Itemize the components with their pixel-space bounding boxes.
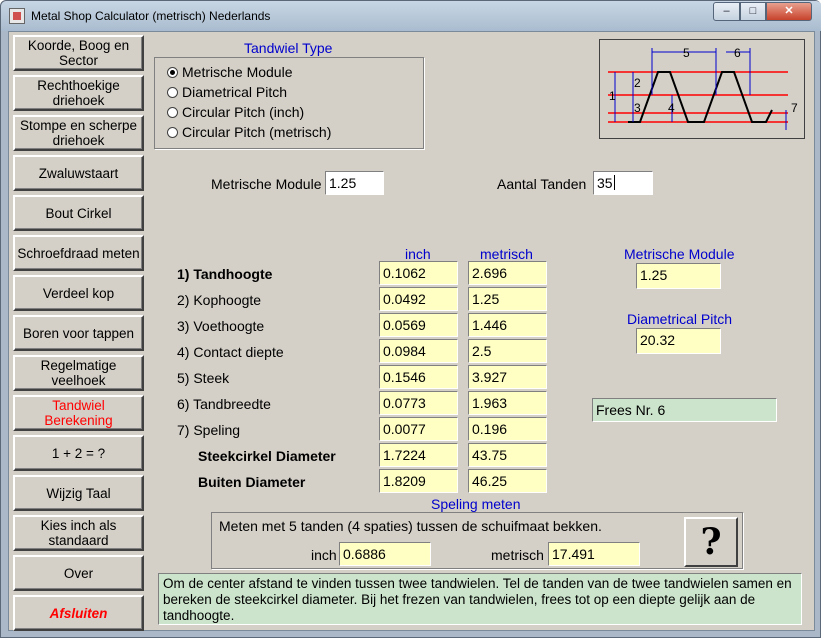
radio-label: Circular Pitch (metrisch) <box>182 124 332 140</box>
result-metric-addendum: 1.25 <box>468 287 547 311</box>
side-dp-title: Diametrical Pitch <box>627 311 733 327</box>
nav-about-button[interactable]: Over <box>13 555 144 591</box>
side-dp-value: 20.32 <box>636 328 721 354</box>
result-metric-dedendum: 1.446 <box>468 313 547 337</box>
row-label-dedendum: 3) Voethoogte <box>177 318 265 334</box>
col-header-inch: inch <box>405 246 431 262</box>
nav-thread-measure-button[interactable]: Schroefdraad meten <box>13 235 144 271</box>
result-metric-clearance: 0.196 <box>468 417 547 441</box>
close-button[interactable]: ✕ <box>766 2 812 21</box>
row-label-pitch-diameter: Steekcirkel Diameter <box>198 448 336 464</box>
result-metric-tooth-width: 1.963 <box>468 391 547 415</box>
nav-calculator-button[interactable]: 1 + 2 = ? <box>13 435 144 471</box>
result-inch-tooth-width: 0.0773 <box>379 391 458 415</box>
nav-inch-default-button[interactable]: Kies inch als standaard <box>13 515 144 551</box>
row-label-tooth-height: 1) Tandhoogte <box>177 266 273 282</box>
diagram-label-7: 7 <box>791 101 798 115</box>
nav-chord-arc-sector-button[interactable]: Koorde, Boog en Sector <box>13 35 144 71</box>
nav-dovetail-button[interactable]: Zwaluwstaart <box>13 155 144 191</box>
nav-gear-calc-button[interactable]: Tandwiel Berekening <box>13 395 144 431</box>
app-window: Metal Shop Calculator (metrisch) Nederla… <box>0 0 821 638</box>
speling-description: Meten met 5 tanden (4 spaties) tussen de… <box>219 518 602 534</box>
radio-indicator <box>167 86 178 98</box>
diagram-label-3: 3 <box>634 101 641 115</box>
radio-label: Circular Pitch (inch) <box>182 104 305 120</box>
speling-inch-label: inch <box>311 547 337 563</box>
result-inch-outside-diameter: 1.8209 <box>379 469 458 493</box>
result-metric-tooth-height: 2.696 <box>468 261 547 285</box>
radio-label: Diametrical Pitch <box>182 84 288 100</box>
module-input-label: Metrische Module <box>211 176 322 192</box>
speling-title: Speling meten <box>431 496 521 512</box>
radio-diametrical-pitch[interactable]: Diametrical Pitch <box>167 84 287 100</box>
row-label-clearance: 7) Speling <box>177 422 241 438</box>
col-header-metric: metrisch <box>480 246 533 262</box>
info-text: Om de center afstand te vinden tussen tw… <box>158 573 802 625</box>
speling-metric-label: metrisch <box>491 547 544 563</box>
cutter-number: Frees Nr. 6 <box>592 398 777 422</box>
row-label-addendum: 2) Kophoogte <box>177 292 262 308</box>
result-inch-tooth-height: 0.1062 <box>379 261 458 285</box>
nav-dividing-head-button[interactable]: Verdeel kop <box>13 275 144 311</box>
title-bar[interactable]: Metal Shop Calculator (metrisch) Nederla… <box>1 1 821 31</box>
result-inch-dedendum: 0.0569 <box>379 313 458 337</box>
module-input[interactable]: 1.25 <box>325 171 384 195</box>
client-area: Koorde, Boog en Sector Rechthoekige drie… <box>8 31 815 631</box>
result-inch-contact-depth: 0.0984 <box>379 339 458 363</box>
diagram-label-1: 1 <box>609 89 616 103</box>
side-module-value: 1.25 <box>636 263 721 289</box>
teeth-input-label: Aantal Tanden <box>497 176 587 192</box>
row-label-contact-depth: 4) Contact diepte <box>177 344 284 360</box>
diagram-label-2: 2 <box>634 76 641 90</box>
minimize-button[interactable]: – <box>713 2 740 21</box>
speling-metric-value: 17.491 <box>548 542 640 566</box>
radio-indicator <box>167 106 178 118</box>
result-metric-outside-diameter: 46.25 <box>468 469 547 493</box>
nav-regular-polygon-button[interactable]: Regelmatige veelhoek <box>13 355 144 391</box>
help-button[interactable]: ? <box>684 517 738 567</box>
radio-circular-pitch-metric[interactable]: Circular Pitch (metrisch) <box>167 124 331 140</box>
result-metric-pitch-diameter: 43.75 <box>468 443 547 467</box>
app-icon <box>9 8 25 24</box>
text-cursor <box>613 175 615 190</box>
result-metric-contact-depth: 2.5 <box>468 339 547 363</box>
diagram-label-6: 6 <box>734 46 741 60</box>
teeth-input[interactable]: 35 <box>593 171 653 195</box>
nav-change-language-button[interactable]: Wijzig Taal <box>13 475 144 511</box>
nav-bolt-circle-button[interactable]: Bout Cirkel <box>13 195 144 231</box>
nav-exit-button[interactable]: Afsluiten <box>13 595 144 631</box>
gear-tooth-diagram: 5 6 1 2 3 4 7 <box>599 39 805 139</box>
radio-metric-module[interactable]: Metrische Module <box>167 64 293 80</box>
radio-selected-indicator <box>167 66 178 78</box>
nav-oblique-triangle-button[interactable]: Stompe en scherpe driehoek <box>13 115 144 151</box>
radio-circular-pitch-inch[interactable]: Circular Pitch (inch) <box>167 104 304 120</box>
radio-indicator <box>167 126 178 138</box>
result-inch-clearance: 0.0077 <box>379 417 458 441</box>
window-title: Metal Shop Calculator (metrisch) Nederla… <box>31 9 271 23</box>
nav-tap-drill-button[interactable]: Boren voor tappen <box>13 315 144 351</box>
row-label-pitch: 5) Steek <box>177 370 230 386</box>
teeth-input-value: 35 <box>597 175 613 191</box>
diagram-label-4: 4 <box>668 101 675 115</box>
side-module-title: Metrische Module <box>624 246 735 262</box>
result-inch-pitch: 0.1546 <box>379 365 458 389</box>
diagram-label-5: 5 <box>683 46 690 60</box>
maximize-button[interactable]: □ <box>740 2 766 21</box>
result-inch-pitch-diameter: 1.7224 <box>379 443 458 467</box>
radio-label: Metrische Module <box>182 64 293 80</box>
result-inch-addendum: 0.0492 <box>379 287 458 311</box>
row-label-outside-diameter: Buiten Diameter <box>198 474 306 490</box>
row-label-tooth-width: 6) Tandbreedte <box>177 396 271 412</box>
speling-inch-value: 0.6886 <box>339 542 431 566</box>
result-metric-pitch: 3.927 <box>468 365 547 389</box>
gear-type-title: Tandwiel Type <box>244 40 333 56</box>
nav-right-triangle-button[interactable]: Rechthoekige driehoek <box>13 75 144 111</box>
